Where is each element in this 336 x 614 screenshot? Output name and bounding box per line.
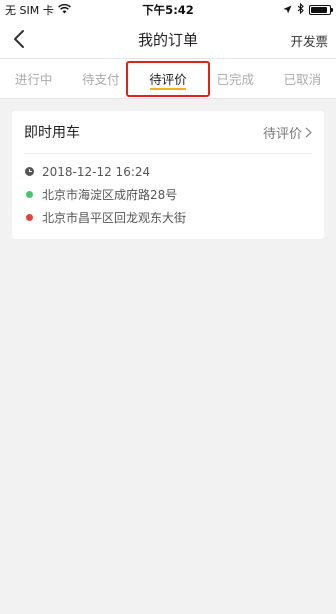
invoice-button[interactable]: 开发票 (290, 31, 328, 50)
order-card[interactable]: 即时用车 待评价 2018-12-12 16:24 北京市海淀区成府路28号 北… (12, 111, 324, 239)
tab-pending-payment[interactable]: 待支付 (67, 59, 134, 98)
origin-address: 北京市海淀区成府路28号 (42, 188, 178, 202)
location-arrow-icon (283, 4, 292, 17)
nav-bar: 我的订单 开发票 (0, 20, 336, 58)
destination-row: 北京市昌平区回龙观东大街 (24, 206, 312, 229)
back-arrow-icon (14, 30, 24, 48)
chevron-right-icon (305, 127, 312, 137)
tab-cancelled[interactable]: 已取消 (269, 59, 336, 98)
destination-address: 北京市昌平区回龙观东大街 (42, 211, 187, 225)
highlight-box (126, 61, 210, 97)
order-type: 即时用车 (24, 125, 80, 141)
tab-in-progress[interactable]: 进行中 (0, 59, 67, 98)
bluetooth-icon (297, 2, 304, 17)
order-time-row: 2018-12-12 16:24 (24, 160, 312, 183)
destination-dot-icon (26, 214, 33, 221)
page-title: 我的订单 (137, 30, 198, 49)
carrier-label: 无 SIM 卡 (5, 4, 54, 17)
order-tabs: 进行中 待支付 待评价 已完成 已取消 (0, 58, 336, 99)
clock-icon (25, 167, 34, 176)
order-status: 待评价 (262, 126, 302, 142)
order-status-link[interactable]: 待评价 (263, 123, 312, 142)
status-bar: 无 SIM 卡 下午5:42 (0, 0, 336, 20)
origin-dot-icon (26, 191, 33, 198)
back-button[interactable] (8, 28, 30, 50)
divider (24, 153, 312, 154)
order-datetime: 2018-12-12 16:24 (42, 164, 151, 179)
tab-label: 已取消 (283, 72, 322, 87)
tab-label: 进行中 (14, 72, 53, 87)
tab-label: 待支付 (82, 72, 120, 87)
battery-level (311, 7, 328, 13)
tab-pending-review[interactable]: 待评价 (126, 59, 210, 98)
battery-icon (309, 5, 333, 15)
origin-row: 北京市海淀区成府路28号 (24, 183, 312, 206)
tab-completed[interactable]: 已完成 (202, 59, 269, 98)
tab-label: 已完成 (216, 72, 254, 87)
wifi-icon (57, 3, 71, 17)
